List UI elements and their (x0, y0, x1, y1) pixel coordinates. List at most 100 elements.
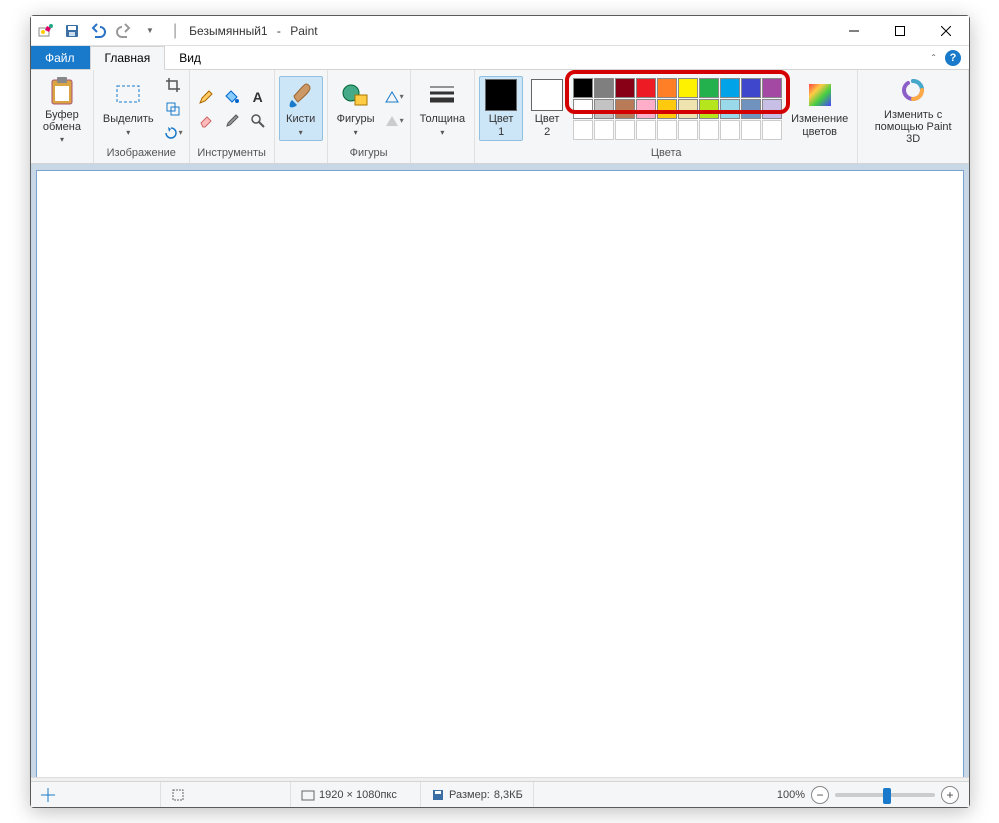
custom-color-slot[interactable] (657, 120, 677, 140)
canvas-dims-text: 1920 × 1080пкс (319, 789, 397, 801)
disk-icon (431, 788, 445, 802)
custom-color-slot[interactable] (594, 120, 614, 140)
color-swatch[interactable] (762, 78, 782, 98)
color-swatch[interactable] (678, 78, 698, 98)
canvas[interactable] (37, 171, 963, 777)
custom-color-slot[interactable] (573, 120, 593, 140)
undo-button[interactable] (87, 20, 109, 42)
selection-size-cell (161, 782, 291, 807)
size-button[interactable]: Толщина▾ (415, 76, 471, 140)
app-window: ▼ | Безымянный1 - Paint Файл Главная Вид… (30, 15, 970, 808)
color-swatch[interactable] (594, 78, 614, 98)
custom-color-slot[interactable] (678, 120, 698, 140)
color-swatch[interactable] (720, 99, 740, 119)
file-size-cell: Размер: 8,3КБ (421, 782, 534, 807)
qat-customize[interactable]: ▼ (139, 20, 161, 42)
zoom-out-button[interactable]: − (811, 786, 829, 804)
ribbon-tabs: Файл Главная Вид ⌃ ? (31, 46, 969, 70)
clipboard-icon (46, 75, 78, 107)
custom-color-slot[interactable] (720, 120, 740, 140)
color1-button[interactable]: Цвет1 (479, 76, 523, 140)
brushes-button[interactable]: Кисти▾ (279, 76, 323, 140)
tab-file[interactable]: Файл (31, 46, 90, 69)
color-swatch[interactable] (636, 78, 656, 98)
picker-tool[interactable] (220, 110, 244, 132)
paint3d-icon (897, 75, 929, 107)
color-palette (571, 76, 784, 142)
tab-home[interactable]: Главная (90, 46, 166, 70)
crop-button[interactable] (161, 74, 185, 96)
size-icon (426, 79, 458, 111)
color-swatch[interactable] (699, 99, 719, 119)
color-swatch[interactable] (657, 99, 677, 119)
app-icon (37, 22, 55, 40)
minimize-button[interactable] (831, 16, 877, 46)
group-label-clipboard (35, 148, 89, 164)
color1-swatch (485, 79, 517, 111)
color-swatch[interactable] (699, 78, 719, 98)
shape-fill-button[interactable]: ▾ (382, 110, 406, 132)
custom-color-slot[interactable] (615, 120, 635, 140)
dims-icon (301, 788, 315, 802)
color2-button[interactable]: Цвет2 (525, 76, 569, 140)
color-swatch[interactable] (615, 99, 635, 119)
color2-swatch (531, 79, 563, 111)
color-swatch[interactable] (762, 99, 782, 119)
statusbar: 1920 × 1080пкс Размер: 8,3КБ 100% − + (31, 781, 969, 807)
help-button[interactable]: ? (945, 50, 961, 66)
brush-icon (285, 79, 317, 111)
text-tool[interactable]: A (246, 86, 270, 108)
shapes-icon (340, 79, 372, 111)
eraser-tool[interactable] (194, 110, 218, 132)
paste-button[interactable]: Буферобмена ▾ (35, 72, 89, 148)
color-swatch[interactable] (573, 78, 593, 98)
color-swatch[interactable] (636, 99, 656, 119)
redo-button[interactable] (113, 20, 135, 42)
rotate-button[interactable]: ▾ (161, 122, 185, 144)
select-icon (112, 79, 144, 111)
fill-tool[interactable] (220, 86, 244, 108)
group-label-shapes: Фигуры (332, 145, 406, 161)
color-swatch[interactable] (741, 99, 761, 119)
file-size-text: 8,3КБ (494, 789, 523, 801)
edit-colors-button[interactable]: Изменениецветов (786, 76, 853, 140)
custom-color-slot[interactable] (762, 120, 782, 140)
close-button[interactable] (923, 16, 969, 46)
titlebar: ▼ | Безымянный1 - Paint (31, 16, 969, 46)
pencil-tool[interactable] (194, 86, 218, 108)
zoom-slider[interactable] (835, 793, 935, 797)
paint3d-button[interactable]: Изменить спомощью Paint 3D (862, 72, 964, 148)
magnifier-tool[interactable] (246, 110, 270, 132)
ribbon: Буферобмена ▾ Выделить▾ ▾ Изображение (31, 70, 969, 164)
select-button[interactable]: Выделить▾ (98, 76, 159, 140)
window-title-doc: Безымянный1 (189, 24, 267, 38)
group-label-tools: Инструменты (194, 145, 270, 161)
color-swatch[interactable] (615, 78, 635, 98)
tab-view[interactable]: Вид (165, 46, 216, 69)
ribbon-collapse-button[interactable]: ⌃ (930, 53, 937, 62)
shape-outline-button[interactable]: ▾ (382, 86, 406, 108)
maximize-button[interactable] (877, 16, 923, 46)
custom-color-slot[interactable] (699, 120, 719, 140)
zoom-in-button[interactable]: + (941, 786, 959, 804)
color-swatch[interactable] (720, 78, 740, 98)
selection-icon (171, 788, 185, 802)
color-swatch[interactable] (678, 99, 698, 119)
edit-colors-icon (804, 79, 836, 111)
zoom-level-text: 100% (777, 789, 805, 801)
canvas-dims-cell: 1920 × 1080пкс (291, 782, 421, 807)
custom-color-slot[interactable] (636, 120, 656, 140)
group-label-image: Изображение (98, 145, 185, 161)
custom-color-slot[interactable] (741, 120, 761, 140)
zoom-controls: 100% − + (767, 786, 969, 804)
color-swatch[interactable] (657, 78, 677, 98)
resize-button[interactable] (161, 98, 185, 120)
canvas-area: ◄ ► (31, 164, 969, 807)
group-label-colors: Цвета (479, 145, 853, 161)
shapes-button[interactable]: Фигуры▾ (332, 76, 380, 140)
color-swatch[interactable] (741, 78, 761, 98)
color-swatch[interactable] (594, 99, 614, 119)
color-swatch[interactable] (573, 99, 593, 119)
save-button[interactable] (61, 20, 83, 42)
window-title-app: Paint (290, 24, 317, 38)
